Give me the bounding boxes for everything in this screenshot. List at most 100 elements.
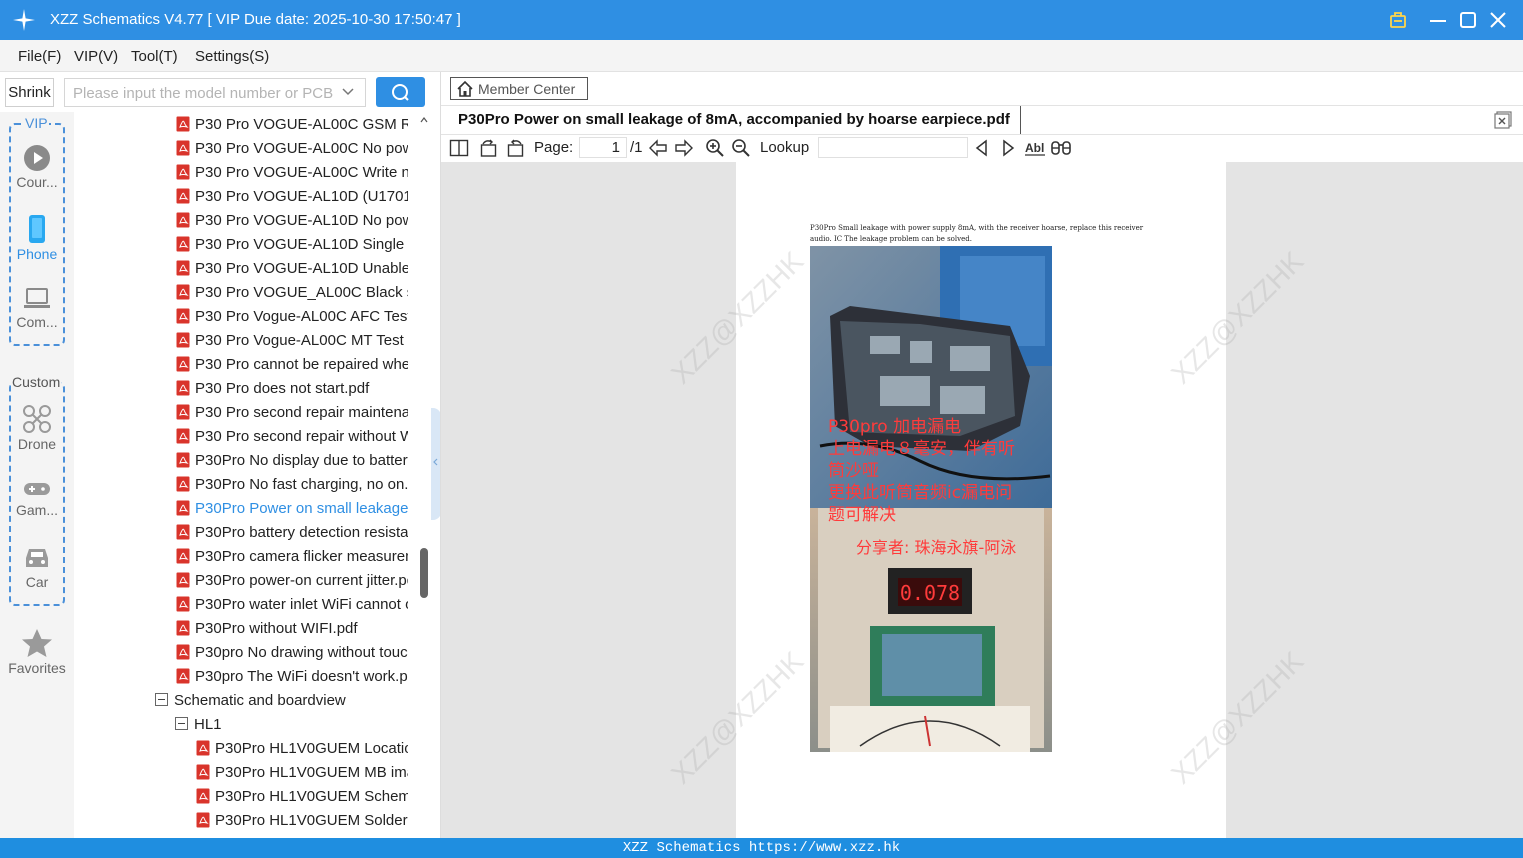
pdf-file-icon	[176, 260, 190, 276]
rail-item-phone[interactable]: Phone	[0, 214, 74, 274]
tree-file-label: P30Pro Power on small leakage of 8mA.pdf	[195, 500, 408, 517]
tree-file-item[interactable]: P30 Pro VOGUE-AL10D (U1701 fault).pdf	[176, 185, 408, 209]
overlay-line-1: P30pro 加电漏电	[828, 417, 962, 437]
collapse-toggle-icon[interactable]	[175, 717, 188, 731]
rail-item-drone[interactable]: Drone	[0, 404, 74, 464]
rail-item-car[interactable]: Car	[0, 544, 74, 604]
tree-file-item[interactable]: P30Pro camera flicker measurement.pdf	[176, 545, 408, 569]
pdf-file-icon	[176, 116, 190, 132]
tree-file-item[interactable]: P30 Pro VOGUE-AL00C Write number failed.…	[176, 161, 408, 185]
find-previous-icon[interactable]	[972, 138, 992, 158]
tree-file-item[interactable]: P30 Pro VOGUE-AL00C GSM Receiver No Soun…	[176, 113, 408, 137]
tree-file-item[interactable]: P30 Pro does not start.pdf	[176, 377, 408, 401]
minimize-icon[interactable]	[1426, 8, 1450, 32]
document-canvas[interactable]: P30Pro Small leakage with power supply 8…	[441, 162, 1523, 838]
page-caption: P30Pro Small leakage with power supply 8…	[810, 224, 1144, 243]
tree-file-label: P30 Pro VOGUE-AL10D No power on.pdf	[195, 212, 408, 229]
tree-file-item[interactable]: P30Pro without WIFI.pdf	[176, 617, 408, 641]
rail-item-label: Gam...	[15, 502, 58, 518]
star-icon	[22, 629, 52, 657]
tree-folder-schematic[interactable]: Schematic and boardview	[155, 689, 425, 713]
find-all-icon[interactable]	[1050, 138, 1072, 158]
previous-page-icon[interactable]	[648, 138, 668, 158]
pdf-file-icon	[176, 644, 190, 660]
tree-file-item[interactable]: P30Pro power-on current jitter.pdf	[176, 569, 408, 593]
lookup-input[interactable]	[818, 137, 968, 158]
tree-file-label: P30Pro No display due to battery.pdf	[195, 452, 408, 469]
rail-item-favorites[interactable]: Favorites	[0, 628, 74, 688]
pdf-file-icon	[176, 308, 190, 324]
tree-file-item[interactable]: P30Pro water inlet WiFi cannot open.pdf	[176, 593, 408, 617]
tree-file-item[interactable]: P30Pro Power on small leakage of 8mA.pdf	[176, 497, 408, 521]
tree-scroll-thumb[interactable]	[420, 548, 428, 598]
model-search-combobox[interactable]	[64, 78, 366, 107]
shrink-button[interactable]: Shrink	[5, 78, 54, 107]
rail-item-computer[interactable]: Com...	[0, 286, 74, 346]
rail-item-courses[interactable]: Cour...	[0, 144, 74, 204]
find-next-icon[interactable]	[998, 138, 1018, 158]
tree-file-item[interactable]: P30Pro No fast charging, no on.pdf	[176, 473, 408, 497]
close-document-icon[interactable]	[1493, 110, 1513, 130]
close-icon[interactable]	[1486, 8, 1510, 32]
pdf-file-icon	[176, 572, 190, 588]
tree-file-item[interactable]: P30 Pro VOGUE-AL10D Single speaker.pdf	[176, 233, 408, 257]
search-icon	[392, 84, 409, 101]
rail-item-games[interactable]: Gam...	[0, 478, 74, 538]
tree-file-item[interactable]: P30Pro HL1V0GUEM Schematic.pdf	[196, 785, 408, 809]
pdf-file-icon	[176, 188, 190, 204]
zoom-out-icon[interactable]	[731, 138, 751, 158]
page-total: /1	[630, 139, 643, 156]
tree-file-item[interactable]: P30 Pro Vogue-AL00C AFC Test fail.pdf	[176, 305, 408, 329]
menu-settings[interactable]: Settings(S)	[195, 48, 269, 65]
tree-folder-hl1[interactable]: HL1	[175, 713, 375, 737]
model-search-input[interactable]	[73, 83, 333, 103]
tree-file-item[interactable]: P30 Pro second repair without WiFi.pdf	[176, 425, 408, 449]
tree-file-item[interactable]: P30 Pro VOGUE-AL00C No power on.pdf	[176, 137, 408, 161]
menu-file[interactable]: File(F)	[18, 48, 61, 65]
tree-file-item[interactable]: P30Pro HL1V0GUEM Solder .pcb	[196, 809, 408, 833]
tree-file-item[interactable]: P30 Pro VOGUE_AL00C Black screen.pdf	[176, 281, 408, 305]
pdf-file-icon	[176, 140, 190, 156]
lookup-label: Lookup	[760, 139, 810, 156]
overlay-line-3: 筒沙哑	[828, 461, 879, 481]
custom-group-label: Custom	[11, 374, 62, 390]
rotate-right-icon[interactable]	[505, 138, 525, 158]
tree-file-item[interactable]: P30 Pro Vogue-AL00C MT Test fail.pdf	[176, 329, 408, 353]
tree-file-item[interactable]: P30Pro battery detection resistance.pdf	[176, 521, 408, 545]
shop-icon[interactable]	[1386, 8, 1410, 32]
tree-file-label: P30 Pro VOGUE-AL00C GSM Receiver No Soun…	[195, 116, 408, 133]
maximize-icon[interactable]	[1456, 8, 1480, 32]
tree-file-item[interactable]: P30 Pro cannot be repaired when.pdf	[176, 353, 408, 377]
page-number-input[interactable]	[579, 137, 627, 158]
tree-file-item[interactable]: P30 Pro second repair maintenance.pdf	[176, 401, 408, 425]
document-viewer: Member Center P30Pro Power on small leak…	[441, 72, 1523, 838]
vip-group-label: VIP	[24, 115, 49, 131]
tree-scrollbar[interactable]	[418, 112, 430, 838]
tree-file-item[interactable]: P30 Pro VOGUE-AL10D Unable to charge.pdf	[176, 257, 408, 281]
chevron-down-icon[interactable]	[341, 85, 355, 99]
document-tab-bar: P30Pro Power on small leakage of 8mA, ac…	[441, 105, 1523, 135]
pdf-file-icon	[176, 380, 190, 396]
next-page-icon[interactable]	[674, 138, 694, 158]
document-tab[interactable]: P30Pro Power on small leakage of 8mA, ac…	[441, 106, 1021, 134]
menu-tool[interactable]: Tool(T)	[131, 48, 178, 65]
search-button[interactable]	[376, 77, 425, 107]
tree-file-item[interactable]: P30Pro HL1V0GUEM Location diagram.pdf	[196, 737, 408, 761]
app-logo-icon	[13, 9, 35, 31]
pdf-file-icon	[176, 524, 190, 540]
sidebar-toggle-icon[interactable]	[449, 138, 469, 158]
tree-file-item[interactable]: P30Pro HL1V0GUEM MB image.pdf	[196, 761, 408, 785]
tree-file-item[interactable]: P30pro No drawing without touch.pdf	[176, 641, 408, 665]
tree-file-label: P30 Pro Vogue-AL00C AFC Test fail.pdf	[195, 308, 408, 325]
rotate-left-icon[interactable]	[479, 138, 499, 158]
collapse-toggle-icon[interactable]	[155, 693, 168, 707]
phone-icon	[29, 215, 45, 243]
tree-file-item[interactable]: P30pro The WiFi doesn't work.pdf	[176, 665, 408, 689]
tree-file-item[interactable]: P30 Pro VOGUE-AL10D No power on.pdf	[176, 209, 408, 233]
menu-vip[interactable]: VIP(V)	[74, 48, 118, 65]
pdf-file-icon	[176, 164, 190, 180]
member-center-button[interactable]: Member Center	[450, 77, 588, 100]
zoom-in-icon[interactable]	[705, 138, 725, 158]
match-case-icon[interactable]: Abl	[1024, 138, 1046, 158]
tree-file-item[interactable]: P30Pro No display due to battery.pdf	[176, 449, 408, 473]
